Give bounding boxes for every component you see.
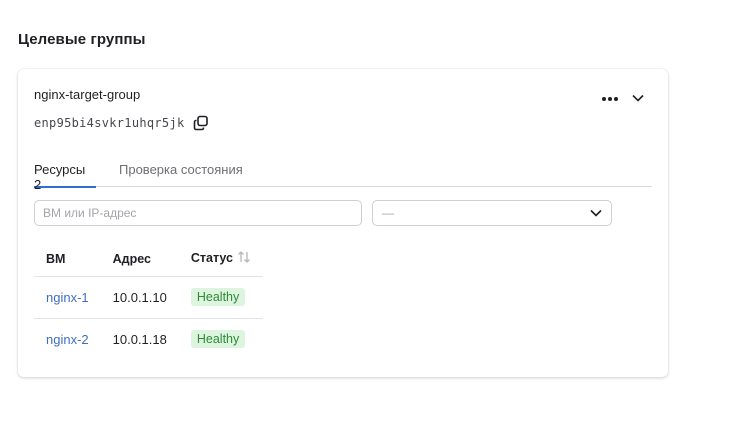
status-select-value: — bbox=[382, 206, 394, 220]
table-row: nginx-1 10.0.1.10 Healthy bbox=[34, 276, 263, 319]
vm-link[interactable]: nginx-2 bbox=[46, 332, 89, 347]
header-status[interactable]: Статус bbox=[178, 242, 263, 277]
header-status-label: Статус bbox=[190, 251, 233, 266]
tab-resources[interactable]: Ресурсы 2 bbox=[34, 162, 96, 192]
collapse-button[interactable] bbox=[630, 90, 646, 106]
sort-icon[interactable] bbox=[237, 250, 251, 267]
tabs: Ресурсы 2 Проверка состояния bbox=[34, 157, 652, 192]
ellipsis-icon bbox=[601, 89, 619, 107]
copy-icon[interactable] bbox=[193, 115, 209, 131]
status-cell: Healthy bbox=[179, 318, 263, 360]
address-cell: 10.0.1.18 bbox=[112, 331, 167, 347]
header-vm: ВМ bbox=[34, 242, 101, 277]
tab-health-check[interactable]: Проверка состояния bbox=[119, 162, 243, 187]
header-address: Адрес bbox=[100, 242, 179, 277]
more-actions-button[interactable] bbox=[598, 90, 622, 106]
vm-table: ВМ Адрес Статус nginx-1 10.0.1.10 Health… bbox=[34, 242, 263, 360]
status-badge: Healthy bbox=[190, 288, 246, 306]
chevron-down-icon bbox=[632, 89, 644, 107]
group-id-row: enp95bi4svkr1uhqr5jk bbox=[34, 115, 209, 131]
address-cell: 10.0.1.10 bbox=[100, 276, 179, 319]
vm-cell: nginx-2 bbox=[34, 318, 101, 360]
group-name: nginx-target-group bbox=[34, 87, 141, 102]
status-cell: Healthy bbox=[178, 276, 263, 319]
page-title: Целевые группы bbox=[18, 31, 146, 48]
status-badge: Healthy bbox=[190, 330, 246, 349]
group-id: enp95bi4svkr1uhqr5jk bbox=[34, 116, 185, 130]
table-header-row: ВМ Адрес Статус bbox=[34, 242, 263, 277]
vm-cell: nginx-1 bbox=[34, 276, 101, 319]
chevron-down-icon bbox=[590, 204, 602, 222]
target-group-card: nginx-target-group enp95bi4svkr1uhqr5jk … bbox=[18, 69, 668, 377]
search-input[interactable] bbox=[34, 200, 362, 226]
table-row: nginx-2 10.0.1.18 Healthy bbox=[34, 318, 263, 360]
status-select[interactable]: — bbox=[372, 200, 612, 226]
vm-link[interactable]: nginx-1 bbox=[46, 290, 89, 305]
